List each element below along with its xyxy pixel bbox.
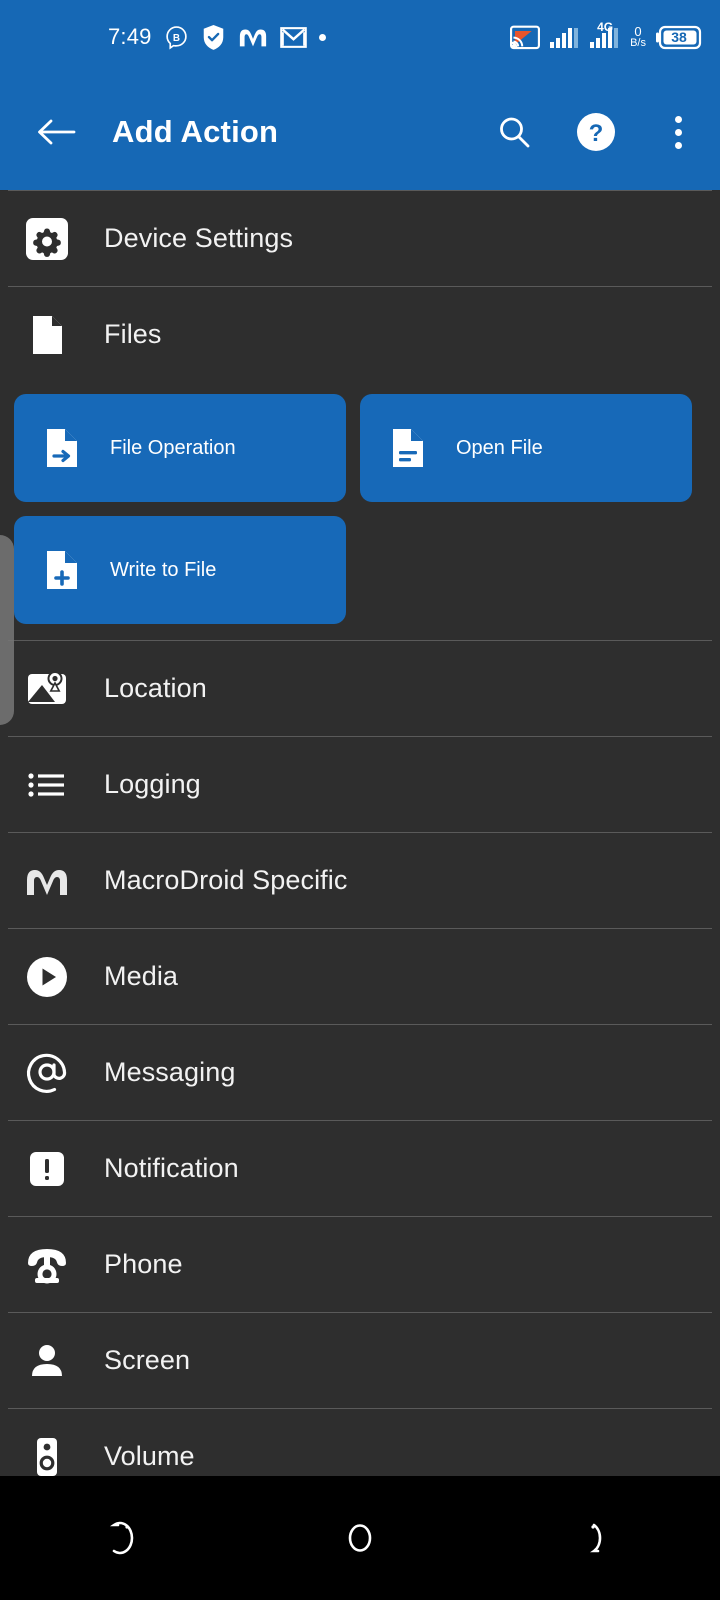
help-icon[interactable]: ? (568, 104, 624, 160)
speaker-icon (18, 1428, 76, 1477)
person-icon (18, 1332, 76, 1390)
status-bar-clock: 7:49 (108, 24, 152, 50)
app-screen: 7:49 B (0, 0, 720, 1600)
app-toolbar: Add Action ? (0, 74, 720, 190)
play-circle-icon (18, 948, 76, 1006)
page-title: Add Action (112, 114, 278, 150)
list-item-label: Location (104, 673, 207, 704)
list-item-label: Messaging (104, 1057, 235, 1088)
list-item-macrodroid-specific[interactable]: MacroDroid Specific (0, 833, 720, 928)
card-label: File Operation (110, 437, 236, 460)
map-pin-icon (18, 660, 76, 718)
telephone-icon (18, 1236, 76, 1294)
list-item-label: Screen (104, 1345, 190, 1376)
toolbar-actions: ? (486, 104, 706, 160)
file-icon (18, 306, 76, 364)
list-item-notification[interactable]: Notification (0, 1121, 720, 1216)
overflow-menu-icon[interactable] (650, 104, 706, 160)
list-item-logging[interactable]: Logging (0, 737, 720, 832)
gmail-icon (280, 25, 307, 50)
status-bar-left: 7:49 B (108, 24, 326, 51)
bullet-list-icon (18, 756, 76, 814)
recents-icon[interactable] (60, 1498, 180, 1578)
list-item-label: Files (104, 319, 162, 350)
data-rate-unit: B/s (630, 38, 646, 49)
exclamation-square-icon (18, 1140, 76, 1198)
file-plus-icon (40, 548, 84, 592)
file-lines-icon (386, 426, 430, 470)
list-item-media[interactable]: Media (0, 929, 720, 1024)
cast-icon (510, 25, 540, 50)
list-item-label: Logging (104, 769, 201, 800)
action-category-list[interactable]: Device Settings Files (0, 190, 720, 1476)
system-nav-bar (0, 1476, 720, 1600)
dot-icon (319, 34, 326, 41)
signal-bars-4g-icon: 4G (590, 25, 620, 49)
status-bar-right: 4G 0 B/s 38 (510, 25, 702, 50)
status-bar: 7:49 B (0, 0, 720, 74)
home-icon[interactable] (300, 1498, 420, 1578)
list-item-label: Media (104, 961, 178, 992)
list-item-label: MacroDroid Specific (104, 865, 347, 896)
nav-back-icon[interactable] (540, 1498, 660, 1578)
shield-check-icon (201, 24, 226, 51)
search-icon[interactable] (486, 104, 542, 160)
list-item-volume[interactable]: Volume (0, 1409, 720, 1476)
card-open-file[interactable]: Open File (360, 394, 692, 502)
bubble-b-icon: B (164, 25, 189, 50)
list-item-files[interactable]: Files (0, 287, 720, 382)
list-item-label: Phone (104, 1249, 183, 1280)
list-item-screen[interactable]: Screen (0, 1313, 720, 1408)
signal-bars-icon (550, 25, 580, 49)
battery-icon: 38 (656, 25, 702, 50)
card-label: Write to File (110, 559, 216, 582)
at-sign-icon (18, 1044, 76, 1102)
files-action-cards: File Operation Open File (0, 382, 720, 640)
macrodroid-logo-icon (18, 852, 76, 910)
list-item-phone[interactable]: Phone (0, 1217, 720, 1312)
list-item-label: Device Settings (104, 223, 293, 254)
back-arrow-icon[interactable] (30, 106, 82, 158)
svg-text:B: B (173, 32, 180, 43)
macrodroid-icon (238, 26, 268, 48)
card-label: Open File (456, 437, 543, 460)
data-rate-indicator: 0 B/s (630, 25, 646, 49)
file-arrow-icon (40, 426, 84, 470)
list-item-device-settings[interactable]: Device Settings (0, 191, 720, 286)
card-write-to-file[interactable]: Write to File (14, 516, 346, 624)
list-item-location[interactable]: Location (0, 641, 720, 736)
scroll-edge-indicator[interactable] (0, 535, 14, 725)
network-type-label: 4G (597, 20, 613, 34)
card-file-operation[interactable]: File Operation (14, 394, 346, 502)
list-item-label: Notification (104, 1153, 239, 1184)
list-item-messaging[interactable]: Messaging (0, 1025, 720, 1120)
battery-level-label: 38 (656, 29, 702, 45)
svg-text:?: ? (589, 120, 604, 147)
gear-icon (18, 210, 76, 268)
list-item-label: Volume (104, 1441, 195, 1472)
